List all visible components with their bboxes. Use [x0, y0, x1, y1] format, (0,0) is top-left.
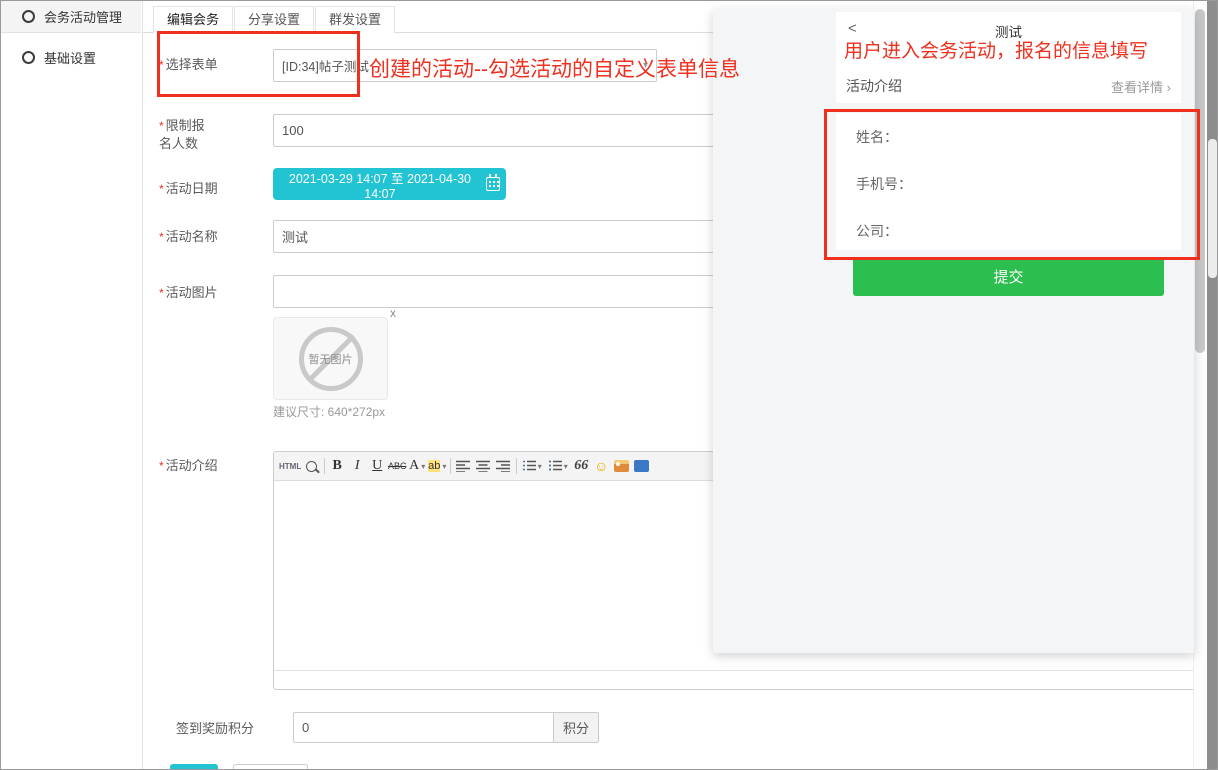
calendar-icon: [486, 177, 500, 191]
html-source-icon[interactable]: HTML: [279, 455, 301, 477]
field-label-image: *活动图片: [159, 284, 218, 302]
emoticon-icon[interactable]: ☺: [591, 455, 611, 477]
preview-intro-row: 活动介绍 查看详情 ›: [836, 72, 1181, 98]
circle-bullet-icon: [22, 10, 35, 23]
preview-signup-form-card: 姓名： 手机号： 公司：: [836, 113, 1181, 250]
sidebar-item-basic-settings[interactable]: 基础设置: [1, 42, 141, 73]
sidebar-item-label: 会务活动管理: [44, 7, 122, 26]
unordered-list-icon[interactable]: ▾: [545, 455, 571, 477]
window-scrollbar-thumb[interactable]: [1208, 139, 1217, 278]
date-range-button[interactable]: 2021-03-29 14:07 至 2021-04-30 14:07: [273, 168, 506, 200]
chevron-down-icon: ▾: [643, 60, 648, 71]
no-image-text: 暂无图片: [309, 351, 353, 367]
bold-icon[interactable]: B: [327, 455, 347, 477]
mobile-preview-panel: < 测试 活动介绍 查看详情 › 姓名： 手机号： 公司： 提交 用户进入会务活…: [713, 9, 1194, 653]
field-label-intro: *活动介绍: [159, 457, 218, 475]
align-right-icon[interactable]: [493, 455, 513, 477]
preview-intro-label: 活动介绍: [846, 76, 902, 96]
highlight-color-icon[interactable]: ab▾: [427, 455, 447, 477]
preview-header-block: < 测试 活动介绍 查看详情 ›: [836, 12, 1181, 103]
font-color-icon[interactable]: A▾: [407, 455, 427, 477]
points-unit-addon: 积分: [553, 712, 599, 743]
insert-media-icon[interactable]: [631, 455, 651, 477]
align-left-icon[interactable]: [453, 455, 473, 477]
field-label-name: *活动名称: [159, 228, 218, 246]
italic-icon[interactable]: I: [347, 455, 367, 477]
signup-field-company[interactable]: 公司：: [856, 221, 898, 241]
insert-image-icon[interactable]: [611, 455, 631, 477]
tab-bar: 编辑会务 分享设置 群发设置: [153, 6, 396, 33]
remove-image-button[interactable]: x: [390, 306, 396, 320]
app-window: 会务活动管理 基础设置 编辑会务 分享设置 群发设置 *选择表单 [ID:34]…: [0, 0, 1218, 770]
select-form-value: [ID:34]帖子测试: [282, 56, 369, 75]
required-mark: *: [159, 58, 164, 72]
sidebar: 会务活动管理 基础设置: [1, 1, 143, 769]
sidebar-item-conference-activity-management[interactable]: 会务活动管理: [1, 1, 141, 33]
field-label-points: 签到奖励积分: [176, 720, 254, 737]
view-details-link[interactable]: 查看详情 ›: [1111, 77, 1171, 96]
tab-mass-send-settings[interactable]: 群发设置: [315, 6, 395, 33]
blockquote-icon[interactable]: 66: [571, 455, 591, 477]
align-center-icon[interactable]: [473, 455, 493, 477]
no-image-icon: 暂无图片: [299, 327, 363, 391]
strikethrough-icon[interactable]: ABC: [387, 455, 407, 477]
points-input[interactable]: [293, 712, 554, 743]
chevron-right-icon: ›: [1167, 80, 1171, 95]
panel-scrollbar-thumb[interactable]: [1195, 9, 1205, 353]
image-preview-box: 暂无图片: [273, 317, 388, 400]
preview-icon[interactable]: [301, 455, 321, 477]
submit-button[interactable]: [170, 764, 218, 770]
tab-share-settings[interactable]: 分享设置: [234, 6, 314, 33]
preview-page-title: 测试: [836, 21, 1181, 41]
select-form-dropdown[interactable]: [ID:34]帖子测试 ▾: [273, 49, 657, 82]
signup-field-name[interactable]: 姓名：: [856, 127, 898, 147]
image-size-hint: 建议尺寸: 640*272px: [273, 403, 385, 420]
field-label-limit: *限制报名人数: [159, 117, 217, 152]
date-range-value: 2021-03-29 14:07 至 2021-04-30 14:07: [279, 168, 481, 201]
field-label-select-form: *选择表单: [159, 56, 218, 74]
ordered-list-icon[interactable]: ▾: [519, 455, 545, 477]
underline-icon[interactable]: U: [367, 455, 387, 477]
tab-edit-conference[interactable]: 编辑会务: [153, 6, 233, 33]
secondary-button[interactable]: [233, 764, 308, 770]
field-label-date: *活动日期: [159, 180, 218, 198]
circle-bullet-icon: [22, 51, 35, 64]
editor-statusbar: [274, 670, 1208, 689]
sidebar-item-label: 基础设置: [44, 48, 96, 67]
signup-field-phone[interactable]: 手机号：: [856, 174, 912, 194]
window-scrollbar-track[interactable]: [1207, 1, 1218, 770]
preview-submit-button[interactable]: 提交: [853, 257, 1164, 296]
